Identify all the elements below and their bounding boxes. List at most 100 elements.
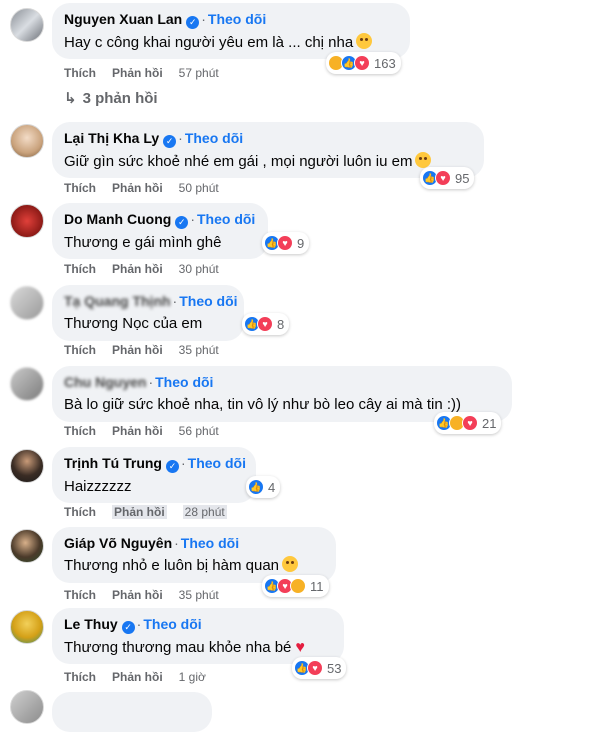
- smile-emoji-icon: [415, 152, 432, 168]
- like-button[interactable]: Thích: [64, 588, 96, 602]
- reply-button[interactable]: Phản hồi: [112, 588, 163, 602]
- reaction-summary[interactable]: 👍 4: [246, 476, 281, 498]
- reaction-count: 21: [482, 415, 497, 431]
- comment-header: Chu Nguyen · Theo dõi: [64, 374, 214, 390]
- follow-link[interactable]: Theo dõi: [197, 211, 255, 227]
- verified-icon: ✓: [186, 16, 200, 29]
- avatar[interactable]: [10, 204, 44, 238]
- commenter-name[interactable]: Le Thuy: [64, 616, 118, 632]
- commenter-name[interactable]: Tạ Quang Thịnh: [64, 293, 171, 309]
- comment-time[interactable]: 57 phút: [179, 66, 219, 80]
- comment-header: Giáp Võ Nguyên · Theo dõi: [64, 535, 240, 551]
- follow-link[interactable]: Theo dõi: [143, 616, 201, 632]
- comment-text: Hay c công khai người yêu em là ... chị …: [64, 33, 397, 53]
- reaction-summary[interactable]: 👍 ♥ 53: [292, 657, 347, 679]
- comment-actions: Thích Phản hồi 35 phút: [64, 343, 219, 357]
- comment-actions: Thích Phản hồi 30 phút: [64, 262, 219, 276]
- follow-link[interactable]: Theo dõi: [155, 374, 213, 390]
- reply-button[interactable]: Phản hồi: [112, 181, 163, 195]
- comment-text: Thương e gái mình ghê: [64, 234, 222, 251]
- avatar[interactable]: [10, 690, 44, 724]
- follow-link[interactable]: Theo dõi: [208, 11, 266, 27]
- comment-time[interactable]: 1 giờ: [179, 670, 206, 684]
- reaction-count: 53: [327, 660, 342, 676]
- comment-text: Haizzzzzz: [64, 478, 132, 495]
- verified-icon: ✓: [163, 135, 177, 148]
- commenter-name[interactable]: Trịnh Tú Trung: [64, 455, 162, 471]
- comment-header: Le Thuy ✓ · Theo dõi: [64, 616, 202, 634]
- follow-link[interactable]: Theo dõi: [185, 130, 243, 146]
- reaction-count: 11: [310, 578, 324, 594]
- verified-icon: ✓: [175, 216, 189, 229]
- reply-button[interactable]: Phản hồi: [112, 343, 163, 357]
- avatar[interactable]: [10, 8, 44, 42]
- follow-link[interactable]: Theo dõi: [179, 293, 237, 309]
- avatar[interactable]: [10, 124, 44, 158]
- avatar[interactable]: [10, 367, 44, 401]
- haha-reaction-icon: [290, 578, 306, 594]
- reaction-summary[interactable]: 👍 ♥ 163: [326, 52, 401, 74]
- follow-link[interactable]: Theo dõi: [181, 535, 239, 551]
- comment-header: Do Manh Cuong ✓ · Theo dõi: [64, 211, 256, 229]
- comment-bubble: Nguyen Xuan Lan ✓ · Theo dõi Hay c công kha…: [52, 3, 410, 59]
- like-button[interactable]: Thích: [64, 343, 96, 357]
- commenter-name[interactable]: Chu Nguyen: [64, 374, 146, 390]
- like-button[interactable]: Thích: [64, 181, 96, 195]
- reply-button[interactable]: Phản hồi: [112, 262, 163, 276]
- avatar[interactable]: [10, 286, 44, 320]
- comment-actions: Thích Phản hồi 57 phút: [64, 66, 219, 80]
- view-replies-link[interactable]: ↳ 3 phản hồi: [64, 89, 158, 107]
- follow-link[interactable]: Theo dõi: [188, 455, 246, 471]
- commenter-name[interactable]: Lại Thị Kha Ly: [64, 130, 159, 146]
- reaction-count: 4: [268, 479, 276, 495]
- love-reaction-icon: ♥: [462, 415, 478, 431]
- love-reaction-icon: ♥: [277, 235, 293, 251]
- love-reaction-icon: ♥: [307, 660, 323, 676]
- comment-actions: Thích Phản hồi 1 giờ: [64, 670, 206, 684]
- comment-actions: Thích Phản hồi 50 phút: [64, 181, 219, 195]
- comment-text: Bà lo giữ sức khoẻ nha, tin vô lý như bò…: [64, 396, 461, 413]
- comment-time[interactable]: 50 phút: [179, 181, 219, 195]
- avatar[interactable]: [10, 529, 44, 563]
- reaction-summary[interactable]: 👍 ♥ 95: [420, 167, 475, 189]
- reaction-summary[interactable]: 👍 ♥ 11: [262, 575, 329, 597]
- reply-button[interactable]: Phản hồi: [112, 505, 167, 519]
- reply-button[interactable]: Phản hồi: [112, 66, 163, 80]
- comment-bubble: Le Thuy ✓ · Theo dõi Thương thương mau khỏe…: [52, 608, 344, 664]
- reaction-summary[interactable]: 👍 ♥ 21: [434, 412, 502, 434]
- comment-header: Nguyen Xuan Lan ✓ · Theo dõi: [64, 11, 267, 29]
- commenter-name[interactable]: Giáp Võ Nguyên: [64, 535, 172, 551]
- comment-text: Thương Nọc của em: [64, 315, 203, 332]
- love-reaction-icon: ♥: [354, 55, 370, 71]
- like-button[interactable]: Thích: [64, 505, 96, 519]
- reply-arrow-icon: ↳: [64, 90, 77, 107]
- comment-actions: Thích Phản hồi 56 phút: [64, 424, 219, 438]
- comment-time[interactable]: 35 phút: [179, 588, 219, 602]
- reaction-count: 95: [455, 170, 470, 186]
- like-button[interactable]: Thích: [64, 66, 96, 80]
- reaction-summary[interactable]: 👍 ♥ 8: [242, 313, 290, 335]
- comment-text: Thương nhỏ e luôn bị hàm quan: [64, 556, 323, 576]
- avatar[interactable]: [10, 610, 44, 644]
- avatar[interactable]: [10, 449, 44, 483]
- reply-button[interactable]: Phản hồi: [112, 670, 163, 684]
- reaction-count: 8: [277, 316, 285, 332]
- comment-time[interactable]: 35 phút: [179, 343, 219, 357]
- like-button[interactable]: Thích: [64, 670, 96, 684]
- like-button[interactable]: Thích: [64, 424, 96, 438]
- like-button[interactable]: Thích: [64, 262, 96, 276]
- reply-button[interactable]: Phản hồi: [112, 424, 163, 438]
- verified-icon: ✓: [166, 460, 179, 473]
- commenter-name[interactable]: Nguyen Xuan Lan: [64, 11, 182, 27]
- verified-icon: ✓: [121, 621, 135, 634]
- comment-time[interactable]: 56 phút: [179, 424, 219, 438]
- comment-header: Lại Thị Kha Ly ✓ · Theo dõi: [64, 130, 244, 148]
- reaction-summary[interactable]: 👍 ♥ 9: [262, 232, 310, 254]
- comment-bubble: Tạ Quang Thịnh · Theo dõi Thương Nọc của e…: [52, 285, 244, 341]
- comment-bubble: [52, 692, 212, 732]
- comment-bubble: Trịnh Tú Trung ✓ · Theo dõi Haizzzzzz: [52, 447, 256, 503]
- commenter-name[interactable]: Do Manh Cuong: [64, 211, 171, 227]
- comment-time[interactable]: 30 phút: [179, 262, 219, 276]
- comment-time[interactable]: 28 phút: [182, 505, 227, 519]
- love-reaction-icon: ♥: [257, 316, 273, 332]
